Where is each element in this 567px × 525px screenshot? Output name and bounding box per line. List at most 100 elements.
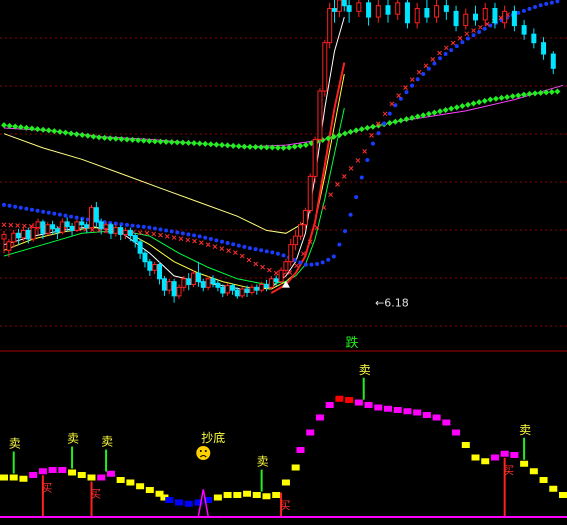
candle-body [113, 227, 119, 234]
candle-body [16, 232, 22, 239]
blue-dot [326, 257, 331, 262]
red-x-mark [478, 24, 483, 30]
indicator-block [490, 454, 499, 461]
green-diamond [263, 144, 270, 151]
sell-signal-label: 卖 [101, 435, 113, 449]
green-diamond [28, 125, 35, 132]
sell-signal-label: 卖 [519, 423, 531, 437]
indicator-top-label: 跌 [345, 335, 358, 351]
red-x-mark [382, 111, 388, 117]
blue-dot [415, 77, 420, 82]
blue-dot [549, 0, 554, 5]
sell-signal-label: 卖 [9, 437, 21, 451]
blue-dot [119, 222, 124, 227]
red-x-mark [471, 28, 476, 33]
candle-body [346, 5, 352, 12]
indicator-block [442, 419, 451, 426]
indicator-block [68, 469, 77, 476]
candle-body [453, 10, 459, 27]
blue-dot [533, 4, 538, 9]
candle-body [424, 8, 430, 18]
candle-body [191, 272, 197, 285]
blue-dot [141, 224, 146, 229]
candle-body [268, 278, 274, 288]
blue-dot [315, 262, 320, 266]
red-x-mark [253, 261, 259, 267]
indicator-block [291, 464, 300, 471]
indicator-block [500, 450, 509, 457]
green-diamond [476, 99, 483, 106]
red-x-mark [260, 264, 265, 270]
candle-body [25, 229, 31, 240]
indicator-panel: 卖卖卖卖卖卖买 买买买抄底 [0, 363, 567, 518]
indicator-block [252, 492, 261, 498]
red-x-mark [355, 158, 361, 163]
blue-dot [136, 224, 141, 229]
green-diamond [79, 132, 86, 139]
candle-body [35, 221, 41, 229]
green-diamond [191, 140, 198, 147]
red-x-mark [464, 31, 470, 37]
indicator-block [19, 475, 28, 482]
red-x-mark [164, 233, 170, 239]
blue-dot [52, 211, 57, 216]
red-x-mark [212, 244, 218, 250]
blue-dot [197, 234, 202, 239]
red-x-mark [246, 257, 252, 263]
candle-body [278, 269, 284, 283]
candle-body [171, 281, 177, 297]
green-diamond [168, 139, 175, 146]
candle-body [84, 224, 90, 229]
red-x-mark [423, 63, 429, 69]
candle-body [434, 5, 440, 18]
red-x-mark [233, 250, 238, 255]
indicator-block [403, 408, 412, 415]
blue-dot [18, 205, 23, 210]
red-x-mark [341, 174, 347, 179]
green-diamond [336, 132, 343, 139]
green-diamond [397, 117, 404, 124]
low-price-annotation: ←6.18 [375, 297, 409, 310]
sell-signal-label: 卖 [359, 363, 371, 377]
candle-body [395, 2, 401, 15]
blue-dot [298, 260, 303, 265]
buy-signal-label: 买 [90, 488, 101, 501]
red-x-mark [301, 251, 306, 257]
blue-dot [130, 223, 135, 228]
indicator-block [145, 487, 154, 493]
green-diamond [51, 128, 58, 135]
indicator-block [315, 414, 324, 421]
blue-dot [527, 6, 532, 11]
indicator-block [345, 397, 354, 403]
blue-dot [432, 61, 437, 66]
green-diamond [509, 93, 516, 100]
red-x-mark [219, 246, 225, 251]
green-diamond [101, 134, 108, 141]
indicator-block [539, 477, 548, 483]
indicator-block [48, 467, 57, 473]
blue-dot [555, 0, 560, 4]
candle-body [152, 264, 158, 271]
green-diamond [403, 116, 410, 123]
indicator-block [364, 402, 373, 408]
candle-body [322, 42, 328, 92]
candle-body [375, 5, 381, 18]
green-diamond [179, 139, 186, 146]
indicator-block [174, 499, 183, 506]
red-x-mark [362, 148, 368, 154]
blue-dot [253, 247, 258, 252]
candle-body [54, 228, 60, 233]
candle-body [273, 278, 279, 283]
candle-body [356, 2, 362, 12]
indicator-block [38, 468, 47, 475]
green-diamond [56, 128, 63, 135]
indicator-block [306, 429, 315, 436]
candle-body [492, 8, 498, 24]
indicator-block [106, 470, 115, 477]
green-diamond [431, 109, 438, 116]
red-x-mark [144, 230, 150, 236]
red-x-mark [178, 236, 184, 242]
green-diamond [369, 123, 376, 130]
green-diamond [464, 101, 471, 108]
green-diamond [492, 95, 499, 102]
